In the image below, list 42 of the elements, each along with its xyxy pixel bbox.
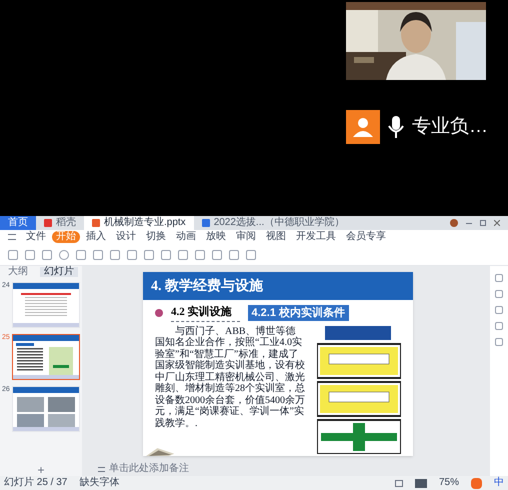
zoom-level[interactable]: 75% [438,478,459,488]
document-tab[interactable]: 首页 [0,216,36,230]
menu-tab[interactable]: 文件 [22,231,50,243]
avatar-icon [346,110,380,144]
document-tab[interactable]: 机械制造专业.pptx [84,216,194,230]
menu-tab[interactable]: 动画 [172,231,200,243]
menu-tab[interactable]: 切换 [142,231,170,243]
slide-counter: 幻灯片 25 / 37 [4,478,68,488]
file-icon [92,219,100,227]
participant-name: 专业负… [412,114,488,139]
file-icon [44,219,52,227]
slide-paragraph: 与西门子、ABB、博世等德国知名企业合作，按照“工业4.0实验室”和“智慧工厂”标准，建成了国家级智能制造实训基地，设有校中厂山东理工精密机械公司、激光雕刻、增材制造等28个实训室，总设备数2000余台套，价值5400余万元，满足“岗课赛证、学训一体”实践教学。. [155,326,305,429]
microphone-icon [388,115,404,139]
section-heading: 4.2 实训设施 [171,304,240,322]
maximize-icon[interactable] [480,220,486,226]
slide-thumbnail[interactable] [12,334,80,380]
close-icon[interactable] [494,220,500,226]
input-method-icon [471,478,482,488]
document-tab[interactable]: 2022选拔...（中德职业学院） [194,216,352,230]
menu-icon[interactable] [8,234,16,240]
panel-tab[interactable]: 大纲 [4,267,32,277]
normal-view-icon[interactable] [394,480,403,486]
notes-placeholder[interactable]: 单击此处添加备注 [109,464,189,474]
menu-tab[interactable]: 插入 [82,231,110,243]
file-icon [202,219,210,227]
menu-tab[interactable]: 审阅 [232,231,260,243]
menu-tab[interactable]: 视图 [262,231,290,243]
document-tab[interactable]: 稻壳 [36,216,84,230]
slide-title: 4. 教学经费与设施 [151,277,263,296]
missing-fonts-link[interactable]: 缺失字体 [79,478,120,488]
play-button[interactable] [414,478,427,488]
account-avatar-icon[interactable] [450,219,458,227]
menu-tab[interactable]: 放映 [202,231,230,243]
panel-tab[interactable]: 幻灯片 [40,267,78,277]
minimize-icon[interactable] [466,222,472,224]
menu-tab[interactable]: 会员专享 [342,231,390,243]
menu-tab[interactable]: 设计 [112,231,140,243]
notes-icon [98,466,105,472]
menu-tab[interactable]: 开发工具 [292,231,340,243]
input-mode[interactable]: 中 [494,478,504,488]
add-slide-button[interactable]: + [37,464,44,476]
subsection-heading: 4.2.1 校内实训条件 [248,304,350,321]
